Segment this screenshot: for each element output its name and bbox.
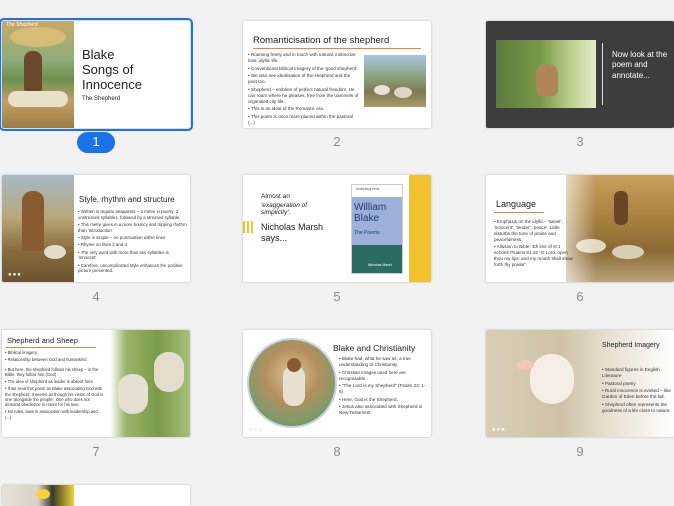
divider	[602, 43, 603, 105]
book-author: Nicholas Marsh	[368, 263, 393, 267]
sheep-photo	[110, 330, 190, 437]
slide-title: Shepherd and Sheep	[7, 336, 78, 345]
slide-title: Blake and Christianity	[333, 343, 416, 353]
title-underline	[494, 212, 544, 213]
illustration-caption: The Shepherd	[6, 22, 38, 28]
jesus-shepherd-circle-image	[247, 338, 337, 428]
slide-subtitle: The Shepherd	[82, 96, 121, 102]
book-series: Analysing texts	[356, 187, 380, 191]
slide-thumbnail-7[interactable]: Shepherd and Sheep Biblical imagery Rela…	[2, 330, 190, 437]
book-subtitle: The Poems	[354, 230, 380, 236]
slide-number-6: 6	[576, 289, 584, 304]
slide-number-2: 2	[333, 134, 341, 149]
slide-thumbnail-2[interactable]: Romanticisation of the shepherd Roaming …	[243, 21, 431, 128]
slide-thumbnail-6[interactable]: Language Emphasis on the idyllic - 'swee…	[486, 175, 674, 282]
quote-intro: Almost an	[261, 193, 290, 200]
slide-title: Now look at the poem and annotate...	[612, 50, 668, 80]
bullet-list: Biblical imagery Relationship between Go…	[5, 350, 105, 422]
slide-title: Language	[496, 199, 537, 209]
slide-dots: ●●●	[8, 272, 22, 278]
slide-thumbnail-3[interactable]: Now look at the poem and annotate...	[486, 21, 674, 128]
bullet-list: Roaming freely and in touch with natural…	[248, 52, 360, 127]
slide-number-1: 1	[92, 134, 100, 149]
bullet-list: Emphasis on the idyllic - 'sweet', 'inno…	[494, 219, 576, 270]
title-underline	[6, 347, 96, 348]
blake-illustration: The Shepherd	[2, 21, 74, 128]
slide-thumbnail-1[interactable]: The Shepherd Blake Songs of Innocence Th…	[0, 18, 193, 131]
slide-number-7: 7	[92, 444, 100, 459]
slide-title: Romanticisation of the shepherd	[253, 35, 390, 46]
title-underline	[253, 48, 421, 49]
shepherd-painting	[2, 175, 74, 282]
slide-dots: ○○○	[249, 427, 263, 433]
slide-thumbnail-4[interactable]: Style, rhythm and structure Written in r…	[2, 175, 190, 282]
book-title: William Blake	[354, 202, 387, 224]
slide-title: Blake Songs of Innocence	[82, 47, 142, 92]
slide-number-4: 4	[92, 289, 100, 304]
slide-thumbnail-8[interactable]: Blake and Christianity Blake had, what h…	[243, 330, 431, 437]
slide-number-8: 8	[333, 444, 341, 459]
slide-number-9: 9	[576, 444, 584, 459]
book-cover: Analysing texts William Blake The Poems …	[351, 184, 403, 274]
slide-title: Style, rhythm and structure	[79, 195, 175, 204]
attribution: Nicholas Marsh says...	[261, 222, 324, 244]
slide-number-5: 5	[333, 289, 341, 304]
accent-bars	[243, 221, 253, 233]
bullet-list: Standard figures in English Literature P…	[602, 367, 672, 415]
yellow-accent-bar	[409, 175, 431, 282]
slide-thumbnail-5[interactable]: Almost an 'exaggeration of simplicity'. …	[243, 175, 431, 282]
slide-thumbnail-9[interactable]: Shepherd Imagery Standard figures in Eng…	[486, 330, 674, 437]
slide-title: Shepherd Imagery	[602, 342, 660, 349]
lamb-flowers-photo	[2, 485, 74, 506]
bullet-list: Blake had, what he saw as, a true unders…	[339, 356, 429, 418]
slide-thumbnail-10[interactable]	[2, 485, 190, 506]
quote-text: 'exaggeration of simplicity'.	[261, 202, 308, 217]
slide-dots: ●●●	[492, 427, 506, 433]
shepherd-photo	[364, 55, 426, 107]
slide-sorter-grid: The Shepherd Blake Songs of Innocence Th…	[0, 0, 674, 506]
slide-number-3: 3	[576, 134, 584, 149]
mouse-photo	[496, 40, 596, 108]
bullet-list: Written in regular anapaests – a metre i…	[78, 209, 188, 276]
